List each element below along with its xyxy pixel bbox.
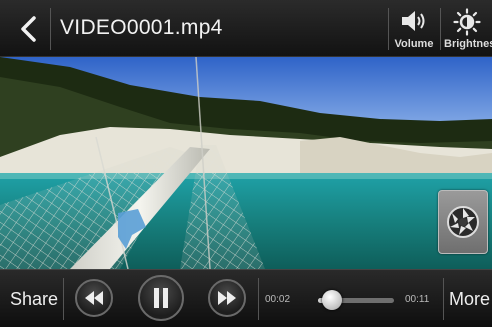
camera-shutter-icon <box>447 206 479 238</box>
video-title: VIDEO0001.mp4 <box>60 16 223 39</box>
share-button[interactable]: Share <box>10 289 58 310</box>
brightness-icon <box>452 8 481 36</box>
volume-icon <box>402 11 425 31</box>
snapshot-button[interactable] <box>438 190 488 254</box>
brightness-button[interactable]: Brightness <box>441 4 492 54</box>
playback-control-bar: Share 00:02 00:11 More <box>0 269 492 327</box>
rewind-icon <box>85 291 103 305</box>
total-duration: 00:11 <box>405 294 430 305</box>
back-arrow-icon <box>21 16 36 42</box>
top-action-bar: VIDEO0001.mp4 Volume Brightness <box>0 0 492 57</box>
volume-label: Volume <box>394 38 434 50</box>
video-frame[interactable] <box>0 57 492 269</box>
rewind-button[interactable] <box>75 279 113 317</box>
pause-button[interactable] <box>138 275 184 321</box>
divider <box>443 278 444 320</box>
pause-icon <box>154 288 168 308</box>
divider <box>63 278 64 320</box>
back-button[interactable] <box>8 10 48 48</box>
fast-forward-button[interactable] <box>208 279 246 317</box>
fast-forward-icon <box>218 291 236 305</box>
seek-thumb[interactable] <box>321 290 342 310</box>
elapsed-time: 00:02 <box>265 294 291 305</box>
divider <box>50 8 51 50</box>
divider <box>258 278 259 320</box>
volume-button[interactable]: Volume <box>389 4 439 54</box>
more-button[interactable]: More <box>449 289 490 310</box>
brightness-label: Brightness <box>444 38 492 50</box>
